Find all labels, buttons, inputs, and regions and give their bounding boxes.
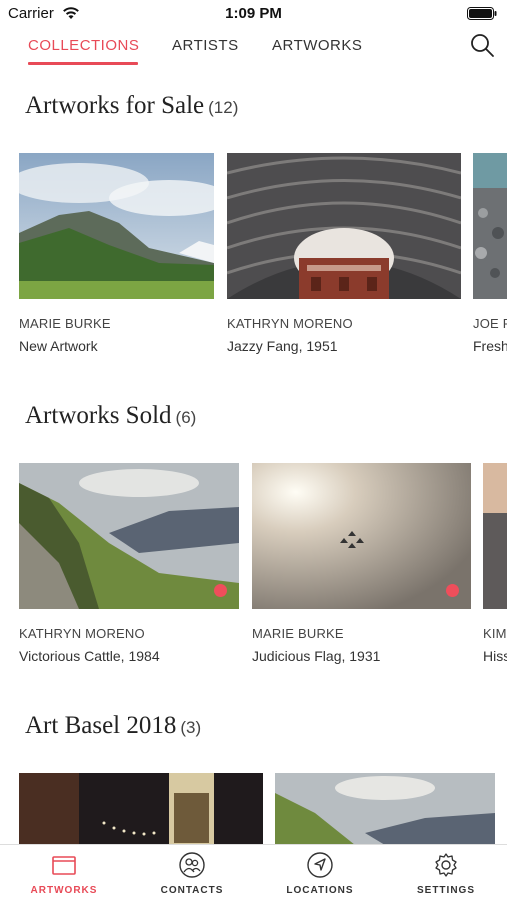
artwork-card[interactable]: MARIE BURKE Judicious Flag, 1931 xyxy=(252,463,471,668)
artwork-title: Judicious Flag, 1931 xyxy=(252,648,381,664)
status-bar: Carrier 1:09 PM xyxy=(0,0,507,28)
artwork-image-pebble-beach xyxy=(473,153,507,299)
bottom-tab-settings[interactable]: SETTINGS xyxy=(396,851,496,896)
tab-collections[interactable]: COLLECTIONS xyxy=(28,37,139,54)
artwork-card[interactable]: KATHRYN MORENO Jazzy Fang, 1951 xyxy=(227,153,461,358)
search-icon[interactable] xyxy=(469,32,495,58)
artwork-card[interactable]: MARIE BURKE New Artwork xyxy=(19,153,214,358)
section-title: Art Basel 2018 (3) xyxy=(25,712,201,740)
artworks-icon xyxy=(52,856,76,875)
artwork-image-station-roof xyxy=(227,153,461,299)
section-count: (3) xyxy=(180,718,202,737)
artwork-image-hazy-sky-jets xyxy=(252,463,471,609)
artist-name: MARIE BURKE xyxy=(252,626,344,641)
artwork-card[interactable]: KATHRYN MORENO Victorious Cattle, 1984 xyxy=(19,463,239,668)
artwork-title: New Artwork xyxy=(19,338,98,354)
artwork-title: Fresh xyxy=(473,338,507,354)
section-title-text: Artworks for Sale xyxy=(25,92,205,119)
bottom-tab-label: CONTACTS xyxy=(160,885,224,896)
artist-name: KATHRYN MORENO xyxy=(227,316,353,331)
artist-name: KIM xyxy=(483,626,507,641)
contacts-icon xyxy=(179,852,205,878)
section-title: Artworks for Sale (12) xyxy=(25,92,238,120)
artwork-image-night-street xyxy=(19,773,263,845)
artwork-card[interactable]: JOE F Fresh xyxy=(473,153,507,358)
artwork-title: Victorious Cattle, 1984 xyxy=(19,648,160,664)
artwork-row-for-sale: MARIE BURKE New Artwork KATHRYN MORENO J… xyxy=(0,153,507,358)
bottom-tab-label: LOCATIONS xyxy=(286,885,354,896)
section-title-text: Art Basel 2018 xyxy=(25,712,177,739)
tab-artworks[interactable]: ARTWORKS xyxy=(272,37,362,54)
bottom-tab-label: ARTWORKS xyxy=(30,885,98,896)
artist-name: KATHRYN MORENO xyxy=(19,626,145,641)
tab-artists[interactable]: ARTISTS xyxy=(172,37,239,54)
artwork-image-mountain-meadow xyxy=(19,153,214,299)
active-tab-indicator xyxy=(28,62,138,65)
bottom-tab-artworks[interactable]: ARTWORKS xyxy=(14,851,114,896)
bottom-tab-contacts[interactable]: CONTACTS xyxy=(142,851,242,896)
locations-icon xyxy=(307,852,333,878)
artist-name: MARIE BURKE xyxy=(19,316,111,331)
artwork-card[interactable] xyxy=(275,773,495,845)
artwork-row-art-basel xyxy=(0,773,507,845)
artwork-title: Jazzy Fang, 1951 xyxy=(227,338,338,354)
status-time: 1:09 PM xyxy=(225,5,282,22)
section-count: (6) xyxy=(175,408,197,427)
artwork-title: Hiss xyxy=(483,648,507,664)
artwork-image-dusk-landscape xyxy=(483,463,507,609)
battery-icon xyxy=(467,7,497,20)
artwork-row-sold: KATHRYN MORENO Victorious Cattle, 1984 M… xyxy=(0,463,507,668)
artist-name: JOE F xyxy=(473,316,507,331)
artwork-image-mountain-ridge xyxy=(275,773,495,845)
artwork-card[interactable] xyxy=(19,773,263,845)
bottom-tab-bar: ARTWORKS CONTACTS LOCATIONS SETTINGS xyxy=(0,844,507,900)
bottom-tab-locations[interactable]: LOCATIONS xyxy=(270,851,370,896)
section-title: Artworks Sold (6) xyxy=(25,402,196,430)
top-tab-bar: COLLECTIONS ARTISTS ARTWORKS xyxy=(0,28,507,70)
settings-icon xyxy=(435,853,457,877)
section-title-text: Artworks Sold xyxy=(25,402,172,429)
sold-indicator-dot xyxy=(446,584,459,597)
artwork-card[interactable]: KIM Hiss xyxy=(483,463,507,668)
bottom-tab-label: SETTINGS xyxy=(416,885,475,896)
sold-indicator-dot xyxy=(214,584,227,597)
section-count: (12) xyxy=(208,98,239,117)
artwork-image-green-valley xyxy=(19,463,239,609)
